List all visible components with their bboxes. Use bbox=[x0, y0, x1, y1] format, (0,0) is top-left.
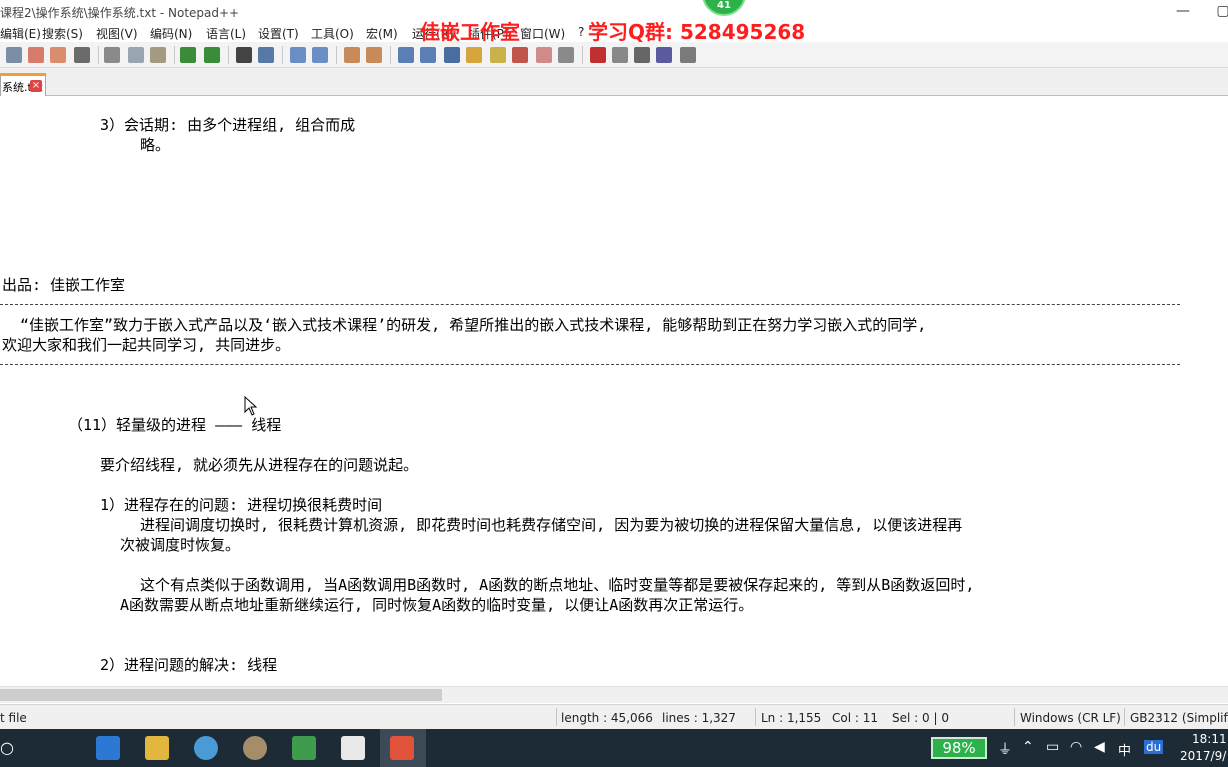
search-icon[interactable]: ○ bbox=[0, 738, 14, 757]
tab-close-icon[interactable]: × bbox=[30, 80, 42, 92]
redo-icon[interactable] bbox=[204, 47, 220, 63]
zoom-in-icon[interactable] bbox=[290, 47, 306, 63]
save-macro-icon[interactable] bbox=[680, 47, 696, 63]
horizontal-scrollbar[interactable] bbox=[0, 686, 1228, 703]
tab-os-txt[interactable]: 系统.txt × bbox=[0, 73, 46, 96]
play-macro-icon[interactable] bbox=[634, 47, 650, 63]
find-icon[interactable] bbox=[236, 47, 252, 63]
status-eol: Windows (CR LF) bbox=[1020, 711, 1121, 725]
doc-map-icon[interactable] bbox=[490, 47, 506, 63]
text-line: 欢迎大家和我们一起共同学习, 共同进步。 bbox=[2, 336, 291, 354]
text-line: A函数需要从断点地址重新继续运行, 同时恢复A函数的临时变量, 以便让A函数再次… bbox=[120, 596, 754, 614]
notepadplusplus-icon[interactable] bbox=[292, 736, 316, 760]
wifi-icon[interactable]: ◠ bbox=[1070, 739, 1082, 755]
stop-macro-icon[interactable] bbox=[612, 47, 628, 63]
paint-icon[interactable] bbox=[243, 736, 267, 760]
wps-writer-icon[interactable] bbox=[96, 736, 120, 760]
menu-view[interactable]: 视图(V) bbox=[96, 25, 138, 42]
copy-icon[interactable] bbox=[128, 47, 144, 63]
power-plug-icon[interactable]: ⏚ bbox=[998, 739, 1012, 759]
text-line: 这个有点类似于函数调用, 当A函数调用B函数时, A函数的断点地址、临时变量等都… bbox=[140, 576, 975, 594]
network-icon[interactable]: ▭ bbox=[1046, 739, 1059, 755]
replace-icon[interactable] bbox=[258, 47, 274, 63]
sync-vertical-icon[interactable] bbox=[344, 47, 360, 63]
file-explorer-icon[interactable] bbox=[145, 736, 169, 760]
toolbar bbox=[0, 42, 1228, 68]
sync-horizontal-icon[interactable] bbox=[366, 47, 382, 63]
status-lines: lines : 1,327 bbox=[662, 711, 736, 725]
status-length: length : 45,066 bbox=[561, 711, 653, 725]
battery-indicator[interactable]: 98% bbox=[931, 737, 987, 759]
divider-line bbox=[0, 304, 1180, 305]
status-bar: t file length : 45,066 lines : 1,327 Ln … bbox=[0, 704, 1228, 729]
volume-icon[interactable]: ◀ bbox=[1094, 739, 1105, 755]
window-title: 课程2\操作系统\操作系统.txt - Notepad++ bbox=[0, 6, 240, 20]
cut-icon[interactable] bbox=[104, 47, 120, 63]
status-file-type: t file bbox=[0, 711, 27, 725]
close-file-icon[interactable] bbox=[28, 47, 44, 63]
status-ln: Ln : 1,155 bbox=[761, 711, 822, 725]
editor-area[interactable]: 3）会话期: 由多个进程组, 组合而成 略。 出品: 佳嵌工作室 “佳嵌工作室”… bbox=[0, 97, 1228, 686]
function-list-icon[interactable] bbox=[512, 47, 528, 63]
status-col: Col : 11 bbox=[832, 711, 878, 725]
minimize-button[interactable]: — bbox=[1168, 2, 1198, 20]
status-encoding: GB2312 (Simplified) bbox=[1130, 711, 1228, 725]
word-wrap-icon[interactable] bbox=[398, 47, 414, 63]
recorder-icon[interactable] bbox=[390, 736, 414, 760]
ime-indicator[interactable]: 中 bbox=[1118, 740, 1131, 759]
monitoring-icon[interactable] bbox=[558, 47, 574, 63]
record-macro-icon[interactable] bbox=[590, 47, 606, 63]
menu-settings[interactable]: 设置(T) bbox=[258, 25, 299, 42]
menu-search[interactable]: 搜索(S) bbox=[42, 25, 83, 42]
watermark-studio: 佳嵌工作室 bbox=[420, 20, 520, 44]
text-line: 要介绍线程, 就必须先从进程存在的问题说起。 bbox=[100, 456, 419, 474]
taskbar: ○ 98% ⏚ ⌃ ▭ ◠ ◀ 中 du 18:11 2017/9/ bbox=[0, 729, 1228, 767]
tab-bar: 系统.txt × bbox=[0, 68, 1228, 96]
text-line: “佳嵌工作室”致力于嵌入式产品以及‘嵌入式技术课程’的研发, 希望所推出的嵌入式… bbox=[20, 316, 927, 334]
clock-date[interactable]: 2017/9/ bbox=[1180, 749, 1226, 763]
close-all-icon[interactable] bbox=[50, 47, 66, 63]
folder-workspace-icon[interactable] bbox=[536, 47, 552, 63]
menu-macro[interactable]: 宏(M) bbox=[366, 25, 398, 42]
divider-line bbox=[0, 364, 1180, 365]
status-sel: Sel : 0 | 0 bbox=[892, 711, 949, 725]
menu-window[interactable]: 窗口(W) bbox=[520, 25, 565, 42]
menu-language[interactable]: 语言(L) bbox=[206, 25, 246, 42]
zoom-out-icon[interactable] bbox=[312, 47, 328, 63]
text-line: （11）轻量级的进程 ——— 线程 bbox=[68, 416, 282, 434]
restore-button[interactable]: ▢ bbox=[1208, 2, 1228, 20]
text-line: 次被调度时恢复。 bbox=[120, 536, 241, 554]
menu-tools[interactable]: 工具(O) bbox=[311, 25, 354, 42]
text-line: 1）进程存在的问题: 进程切换很耗费时间 bbox=[100, 496, 383, 514]
undo-icon[interactable] bbox=[180, 47, 196, 63]
menu-help[interactable]: ? bbox=[578, 25, 584, 39]
photos-icon[interactable] bbox=[341, 736, 365, 760]
text-line: 3）会话期: 由多个进程组, 组合而成 bbox=[100, 116, 356, 134]
text-line: 略。 bbox=[140, 136, 171, 154]
show-all-chars-icon[interactable] bbox=[420, 47, 436, 63]
print-icon[interactable] bbox=[74, 47, 90, 63]
chevron-up-icon[interactable]: ⌃ bbox=[1022, 739, 1034, 755]
text-line: 2）进程问题的解决: 线程 bbox=[100, 656, 278, 674]
run-macro-multiple-icon[interactable] bbox=[656, 47, 672, 63]
menu-edit[interactable]: 编辑(E) bbox=[0, 25, 41, 42]
scrollbar-thumb[interactable] bbox=[0, 689, 442, 701]
paste-icon[interactable] bbox=[150, 47, 166, 63]
baidu-ime-icon[interactable]: du bbox=[1144, 740, 1164, 754]
qq-icon[interactable] bbox=[194, 736, 218, 760]
indent-guide-icon[interactable] bbox=[444, 47, 460, 63]
text-line: 出品: 佳嵌工作室 bbox=[2, 276, 126, 294]
lang-define-icon[interactable] bbox=[466, 47, 482, 63]
watermark-qq-group: 学习Q群: 528495268 bbox=[588, 20, 806, 44]
text-line: 进程间调度切换时, 很耗费计算机资源, 即花费时间也耗费存储空间, 因为要为被切… bbox=[140, 516, 963, 534]
menu-encoding[interactable]: 编码(N) bbox=[150, 25, 192, 42]
mouse-cursor-icon bbox=[244, 396, 258, 416]
clock-time[interactable]: 18:11 bbox=[1192, 732, 1227, 746]
save-all-icon[interactable] bbox=[6, 47, 22, 63]
